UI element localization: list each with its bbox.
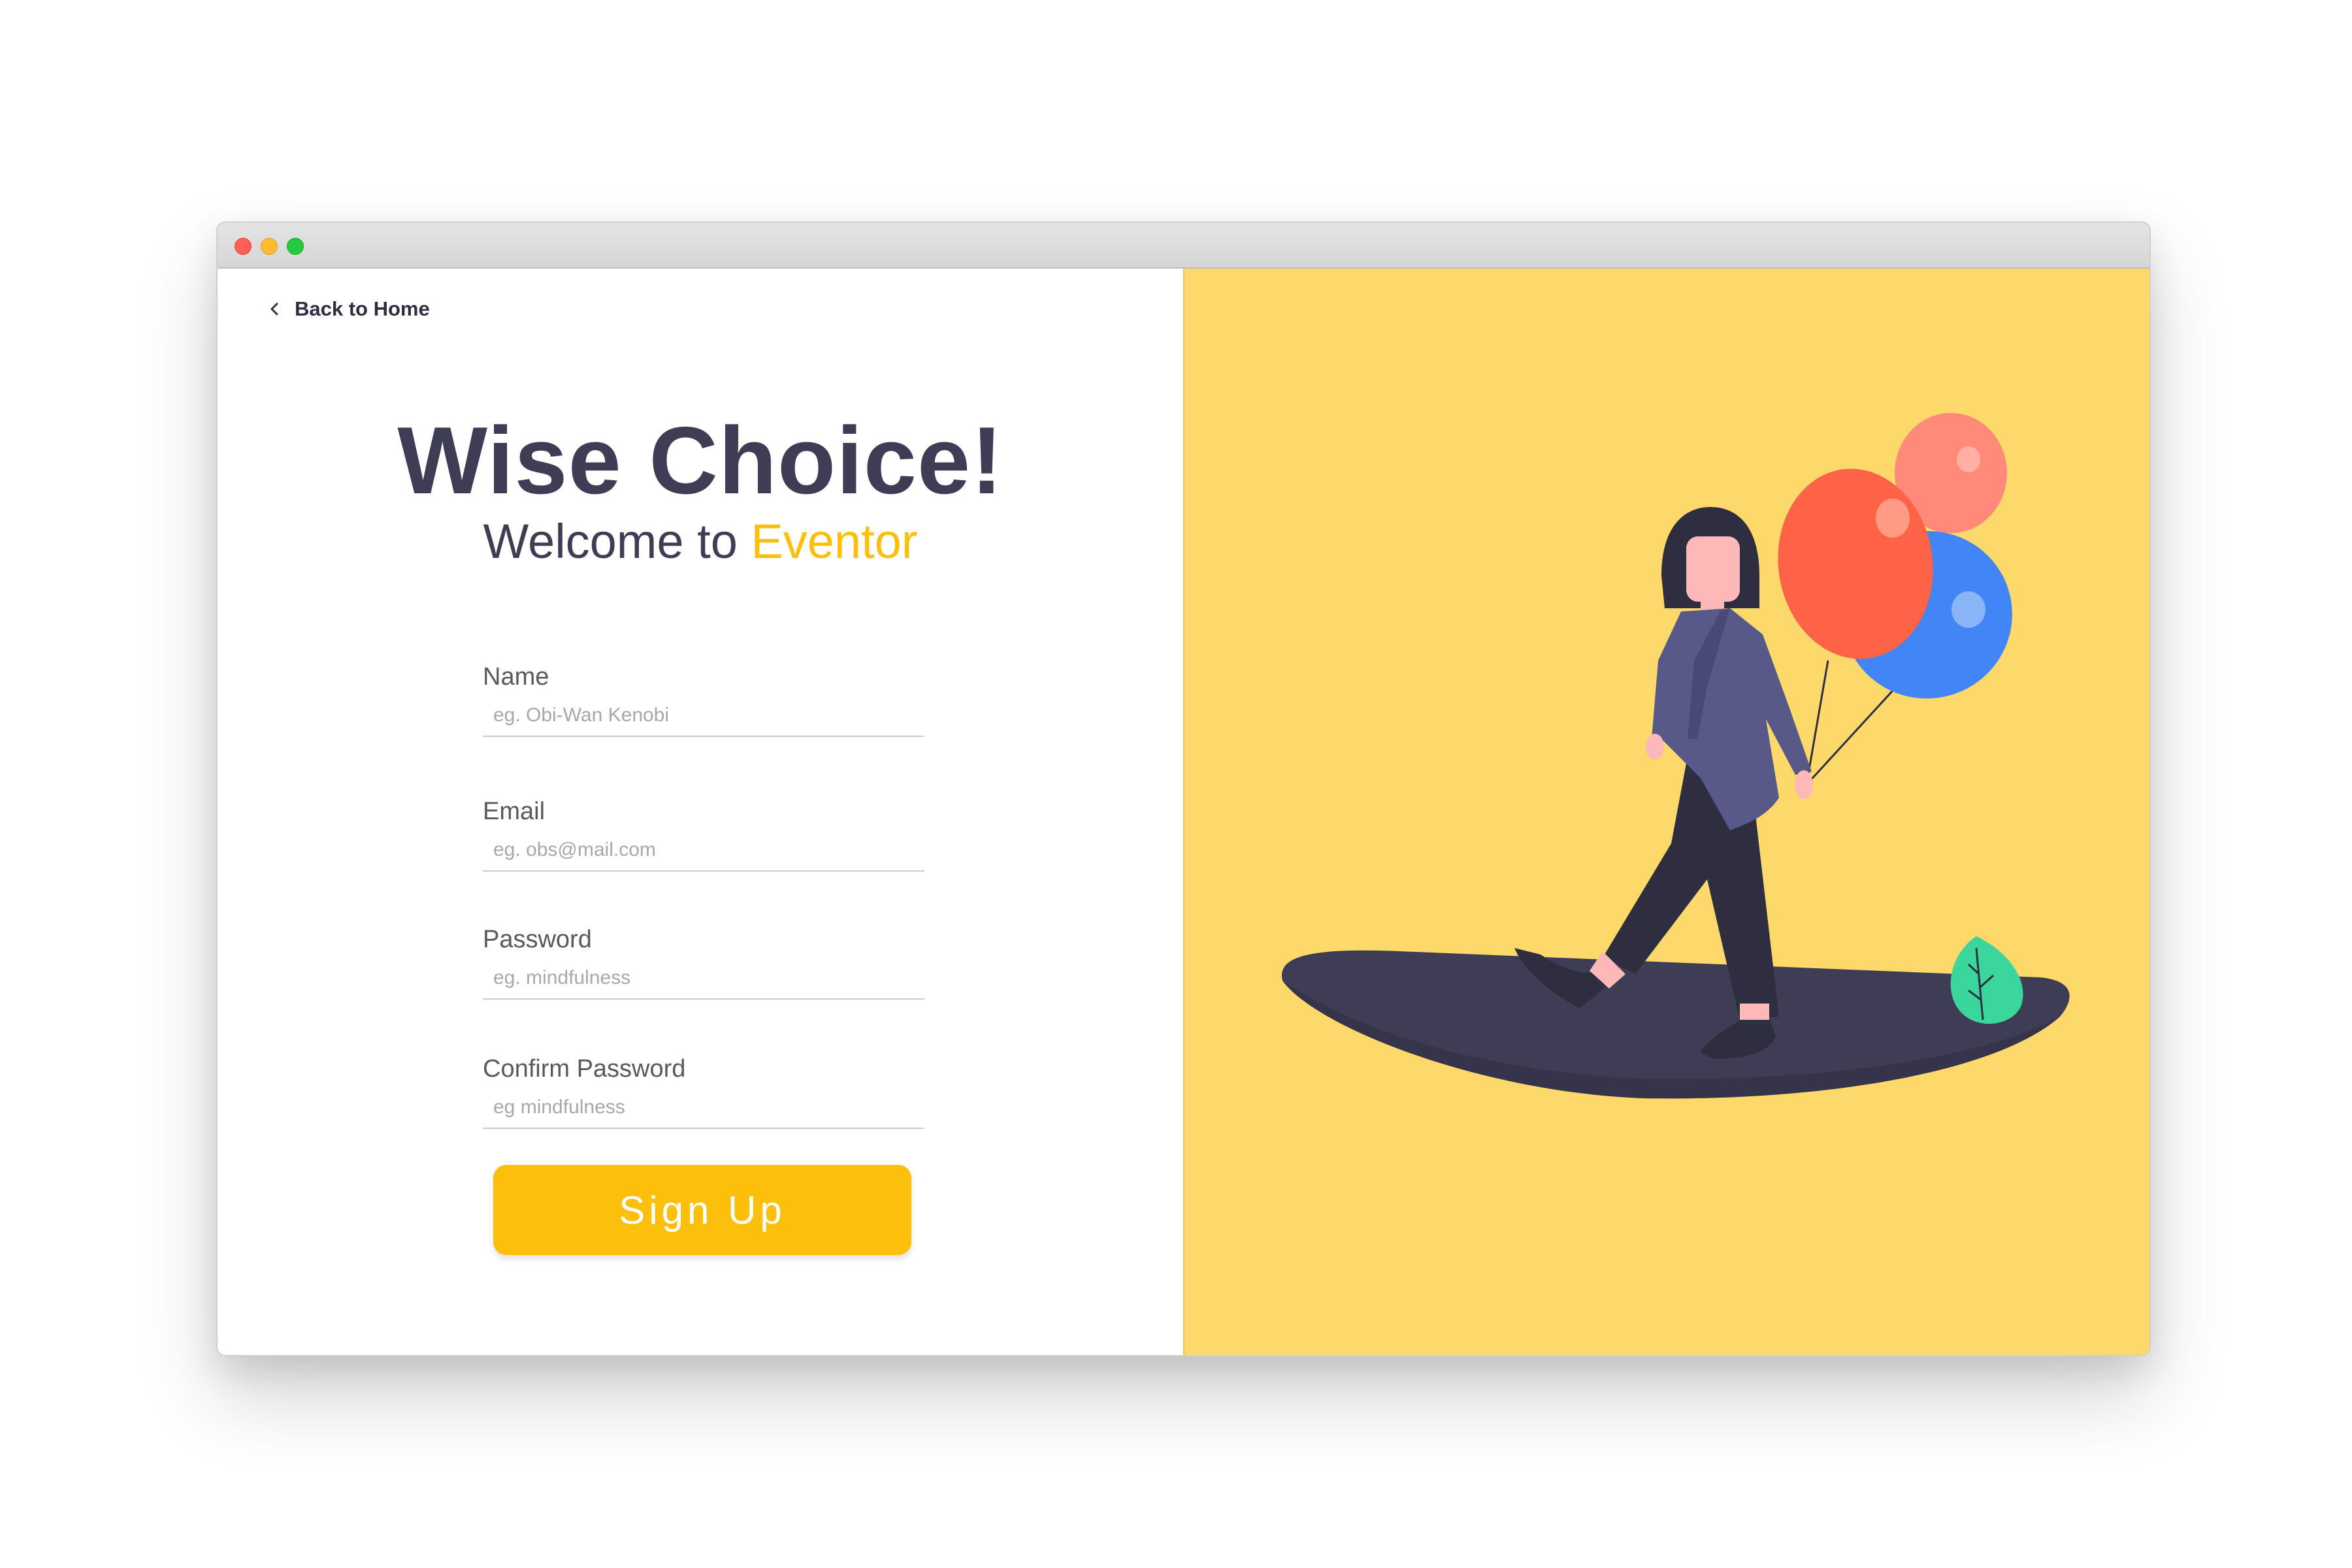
- woman-jacket: [1652, 608, 1812, 830]
- woman-face: [1686, 536, 1740, 602]
- illustration-panel: [1183, 269, 2149, 1355]
- password-label: Password: [483, 926, 592, 953]
- subtitle-prefix: Welcome to: [483, 514, 751, 568]
- password-field-group: Password: [483, 926, 924, 1000]
- email-field-group: Email: [483, 798, 924, 872]
- chevron-left-icon: [270, 302, 278, 316]
- zoom-window-button[interactable]: [287, 238, 304, 255]
- page-content: Back to Home Wise Choice! Welcome to Eve…: [218, 269, 2149, 1355]
- woman-front-ankle: [1740, 1004, 1769, 1020]
- close-window-button[interactable]: [235, 238, 252, 255]
- page-title: Wise Choice!: [397, 407, 1004, 514]
- brand-name: Eventor: [751, 514, 918, 568]
- balloon-blue-highlight: [1952, 591, 1985, 628]
- balloon-red-highlight: [1876, 498, 1910, 538]
- ground-island: [1281, 950, 2070, 1099]
- back-to-home-link[interactable]: Back to Home: [269, 297, 430, 321]
- name-input[interactable]: [483, 700, 924, 737]
- browser-window: Back to Home Wise Choice! Welcome to Eve…: [216, 221, 2151, 1356]
- woman-with-balloons-illustration: [1281, 413, 2070, 1099]
- name-label: Name: [483, 663, 549, 691]
- name-field-group: Name: [483, 663, 924, 737]
- email-input[interactable]: [483, 835, 924, 872]
- sign-up-button[interactable]: Sign Up: [493, 1165, 911, 1255]
- confirm-password-label: Confirm Password: [483, 1055, 686, 1083]
- confirm-password-field-group: Confirm Password: [483, 1055, 924, 1129]
- balloon-pink-highlight: [1957, 446, 1980, 472]
- confirm-password-input[interactable]: [483, 1092, 924, 1129]
- woman-left-hand: [1646, 734, 1664, 760]
- password-input[interactable]: [483, 963, 924, 1000]
- signup-panel: Back to Home Wise Choice! Welcome to Eve…: [218, 269, 1183, 1355]
- minimize-window-button[interactable]: [261, 238, 278, 255]
- page-subtitle: Welcome to Eventor: [218, 514, 1183, 569]
- email-label: Email: [483, 798, 546, 825]
- back-to-home-label: Back to Home: [295, 297, 430, 320]
- window-titlebar: [218, 223, 2149, 269]
- woman-right-hand: [1795, 770, 1813, 799]
